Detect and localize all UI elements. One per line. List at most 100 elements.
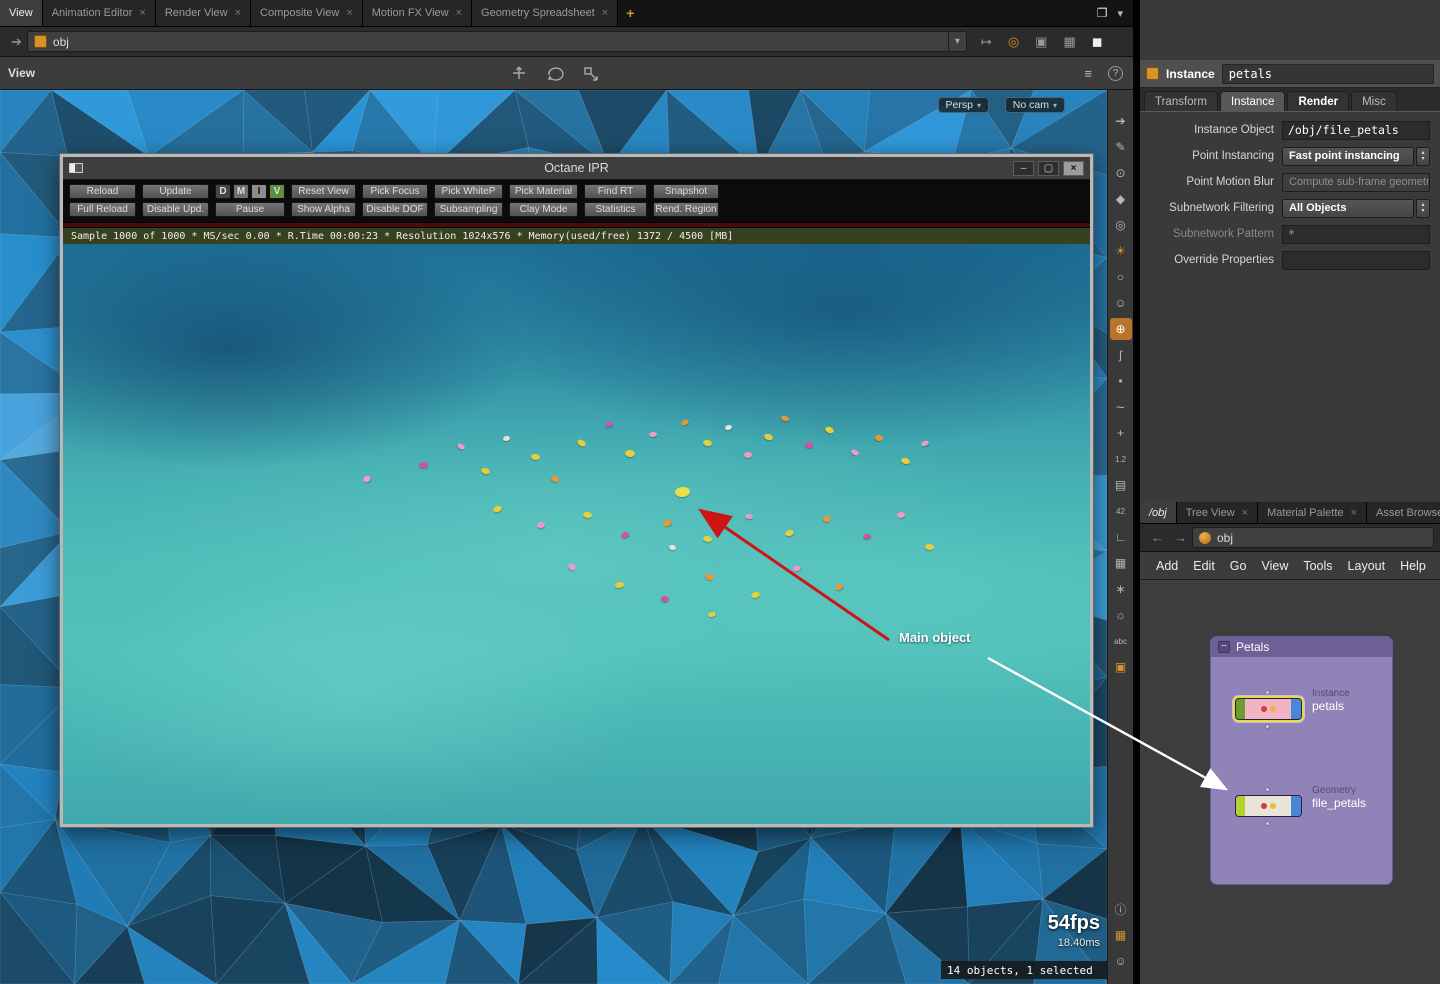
close-icon[interactable]: × [1242, 507, 1248, 519]
snapshot-square-icon[interactable]: ◼ [1092, 34, 1103, 50]
subnetwork-filtering-menu[interactable]: All Objects [1282, 198, 1414, 218]
panel-divider[interactable] [1133, 0, 1140, 984]
abc-tool-icon[interactable]: abc [1110, 630, 1132, 652]
disable-dof-button[interactable]: Disable DOF [362, 202, 428, 217]
i-toggle[interactable]: I [251, 184, 267, 199]
perspective-menu[interactable]: Persp ▾ [937, 97, 989, 113]
reset-view-button[interactable]: Reset View [291, 184, 356, 199]
close-icon[interactable]: × [1351, 507, 1357, 519]
sun-tool-icon[interactable]: ☼ [1110, 604, 1132, 626]
hook-tool-icon[interactable]: ʃ [1110, 344, 1132, 366]
point-tool-icon[interactable]: • [1110, 370, 1132, 392]
tab-view[interactable]: View [0, 0, 43, 26]
clapper-icon[interactable]: ▣ [1035, 34, 1047, 50]
record-icon[interactable]: ◎ [1008, 34, 1019, 50]
new-tab-button[interactable]: + [618, 0, 642, 26]
pin-icon[interactable]: ↦ [981, 34, 992, 50]
path-field[interactable]: obj ▾ [26, 31, 967, 52]
stepper-control[interactable]: ▴ ▾ [1416, 146, 1430, 166]
camera-menu[interactable]: No cam ▾ [1004, 97, 1065, 113]
node-input-connector[interactable] [1265, 787, 1270, 792]
snap-tool-icon[interactable]: ◆ [1110, 188, 1132, 210]
geometry-tool-icon[interactable]: ⊕ [1109, 318, 1132, 340]
subsampling-button[interactable]: Subsampling [434, 202, 503, 217]
add-tool-icon[interactable]: + [1110, 422, 1132, 444]
close-icon[interactable]: × [456, 7, 462, 19]
node-display-flag[interactable] [1291, 699, 1301, 719]
count-tool-icon[interactable]: 42 [1110, 500, 1132, 522]
info-icon[interactable]: ⓘ [1110, 898, 1132, 920]
subnetwork-pattern-field[interactable]: * [1282, 224, 1430, 244]
network-box-header[interactable]: − Petals [1211, 637, 1392, 657]
point-instancing-menu[interactable]: Fast point instancing [1282, 146, 1414, 166]
tab-motion-fx-view[interactable]: Motion FX View × [362, 0, 473, 26]
pick-material-button[interactable]: Pick Material [509, 184, 578, 199]
node-output-connector[interactable] [1265, 821, 1270, 826]
chevron-down-icon[interactable]: ▾ [947, 32, 960, 51]
tab-animation-editor[interactable]: Animation Editor × [42, 0, 156, 26]
stepper-down-icon[interactable]: ▾ [1421, 156, 1424, 162]
menu-go[interactable]: Go [1230, 559, 1247, 573]
tab-obj-network[interactable]: /obj [1140, 502, 1177, 523]
close-icon[interactable]: × [139, 7, 145, 19]
node-display-flag[interactable] [1291, 796, 1301, 816]
minimize-button[interactable]: – [1013, 160, 1034, 176]
tab-material-palette[interactable]: Material Palette × [1258, 502, 1367, 523]
tab-transform[interactable]: Transform [1144, 91, 1218, 111]
petals-network-box[interactable]: − Petals [1210, 636, 1393, 885]
tab-composite-view[interactable]: Composite View × [251, 0, 363, 26]
scene-viewport[interactable]: Persp ▾ No cam ▾ Octane IPR – ▢ × Reload [0, 90, 1107, 984]
node-name-input[interactable]: petals [1221, 63, 1434, 84]
ruler-tool-icon[interactable]: ∟ [1110, 526, 1132, 548]
close-icon[interactable]: × [346, 7, 352, 19]
m-toggle[interactable]: M [233, 184, 249, 199]
frame-rate-icon[interactable]: 1.2 [1110, 448, 1132, 470]
pane-menu-chevron-icon[interactable]: ▾ [1117, 7, 1123, 20]
stepper-control[interactable]: ▴ ▾ [1416, 198, 1430, 218]
menu-layout[interactable]: Layout [1348, 559, 1386, 573]
path-field[interactable]: obj [1192, 527, 1434, 548]
help-icon[interactable]: ? [1108, 65, 1123, 81]
menu-add[interactable]: Add [1156, 559, 1178, 573]
curve-tool-icon[interactable]: ∼ [1110, 396, 1132, 418]
image-tool-icon[interactable]: ▣ [1110, 656, 1132, 678]
pin-tool-icon[interactable]: ⊙ [1110, 162, 1132, 184]
find-rt-button[interactable]: Find RT [584, 184, 647, 199]
snapshot-button[interactable]: Snapshot [653, 184, 719, 199]
update-button[interactable]: Update [142, 184, 209, 199]
v-toggle[interactable]: V [269, 184, 285, 199]
light-tool-icon[interactable]: ☀ [1110, 240, 1132, 262]
tab-geometry-spreadsheet[interactable]: Geometry Spreadsheet × [472, 0, 619, 26]
node-bypass-flag[interactable] [1236, 796, 1245, 816]
handles-tool-icon[interactable]: ∗ [1110, 578, 1132, 600]
node-output-connector[interactable] [1265, 724, 1270, 729]
pause-button[interactable]: Pause [215, 202, 285, 217]
menu-view[interactable]: View [1261, 559, 1288, 573]
tab-instance[interactable]: Instance [1219, 91, 1286, 111]
display-options-icon[interactable]: ≡ [1084, 66, 1092, 81]
network-canvas[interactable]: − Petals Instance petals Geometry file_p… [1140, 580, 1440, 984]
clay-mode-button[interactable]: Clay Mode [509, 202, 578, 217]
layout-grid-icon[interactable]: ▦ [1110, 924, 1132, 946]
float-pane-icon[interactable]: ❐ [1097, 6, 1108, 20]
override-properties-field[interactable] [1282, 250, 1430, 270]
instance-object-field[interactable]: /obj/file_petals [1282, 120, 1430, 140]
menu-help[interactable]: Help [1400, 559, 1426, 573]
disable-upd-button[interactable]: Disable Upd. [142, 202, 209, 217]
translate-gizmo-icon[interactable] [510, 65, 528, 81]
show-alpha-button[interactable]: Show Alpha [291, 202, 356, 217]
rend-region-button[interactable]: Rend. Region [653, 202, 719, 217]
grid-icon[interactable]: ▦ [1063, 34, 1075, 50]
stepper-down-icon[interactable]: ▾ [1421, 208, 1424, 214]
menu-tools[interactable]: Tools [1303, 559, 1332, 573]
character-tool-icon[interactable]: ☺ [1110, 292, 1132, 314]
collapse-icon[interactable]: − [1218, 641, 1230, 653]
zoom-tool-icon[interactable]: ◎ [1110, 214, 1132, 236]
select-tool-icon[interactable]: ➔ [1110, 110, 1132, 132]
grid-tool-icon[interactable]: ▦ [1110, 552, 1132, 574]
tab-render[interactable]: Render [1287, 91, 1350, 111]
node-body[interactable] [1245, 699, 1291, 719]
pane-link-arrow-icon[interactable]: ➔ [6, 34, 27, 50]
node-input-connector[interactable] [1265, 690, 1270, 695]
node-bypass-flag[interactable] [1236, 699, 1245, 719]
